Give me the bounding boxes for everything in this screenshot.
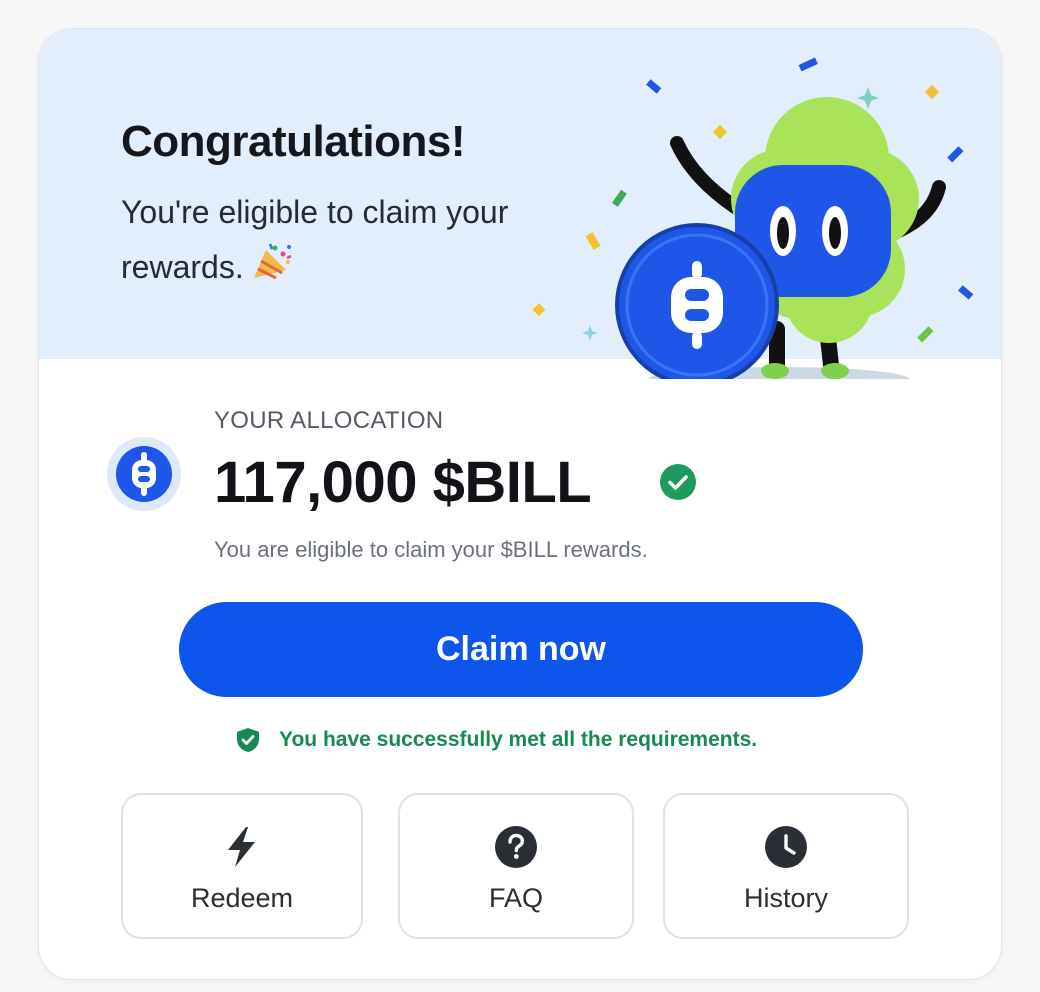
- faq-label: FAQ: [488, 883, 543, 913]
- lightning-bolt-icon: [228, 827, 255, 867]
- history-label: History: [743, 883, 828, 913]
- eligibility-description: You are eligible to claim your $BILL rew…: [214, 537, 648, 562]
- hero-banner: Congratulations! You're eligible to clai…: [39, 29, 1001, 379]
- faq-button[interactable]: FAQ: [398, 793, 634, 939]
- party-popper-icon: [253, 243, 292, 280]
- hero-subtitle-text: You're eligible to claim your rewards.: [121, 194, 509, 285]
- shield-check-icon: [237, 728, 259, 752]
- verified-check-icon: [660, 464, 696, 500]
- rewards-card: Congratulations! You're eligible to clai…: [38, 28, 1002, 980]
- question-circle-icon: [495, 826, 537, 868]
- redeem-label: Redeem: [190, 883, 294, 913]
- hero-title: Congratulations!: [121, 117, 465, 166]
- redeem-button[interactable]: Redeem: [121, 793, 363, 939]
- hero-subtitle: You're eligible to claim your rewards.: [121, 185, 541, 295]
- requirements-status: You have successfully met all the requir…: [235, 727, 757, 753]
- history-button[interactable]: History: [663, 793, 909, 939]
- mascot-illustration: [532, 57, 974, 379]
- clock-icon: [765, 826, 807, 868]
- allocation-amount: 117,000 $BILL: [214, 450, 592, 515]
- claim-now-button[interactable]: Claim now: [179, 602, 863, 697]
- bill-coin-icon: [107, 437, 181, 511]
- requirements-message: You have successfully met all the requir…: [279, 728, 758, 751]
- allocation-label: YOUR ALLOCATION: [214, 407, 444, 434]
